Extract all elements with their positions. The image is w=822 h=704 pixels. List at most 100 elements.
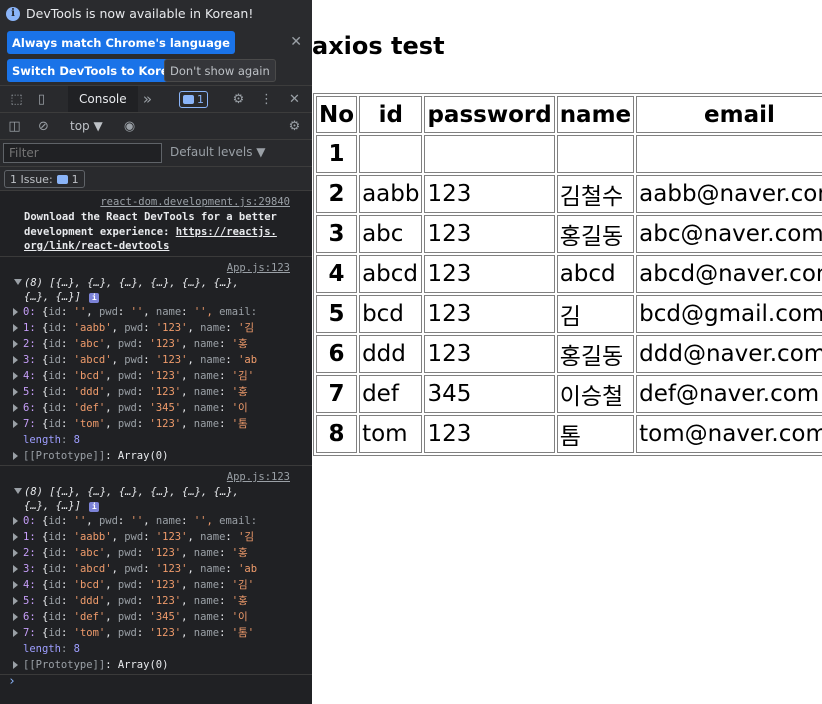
array-item-row[interactable]: 4: {id: 'bcd', pwd: '123', name: '김' (0, 577, 312, 593)
filter-input[interactable] (3, 143, 162, 163)
users-table: No id password name email 1 2 aabb 123 김철수 aa… (313, 93, 822, 456)
expand-triangle-icon[interactable] (13, 549, 18, 557)
item-name: '이 (231, 402, 248, 414)
context-selector[interactable]: top ▼ (70, 119, 103, 133)
table-row: 4 abcd 123 abcd abcd@naver.com (316, 255, 822, 293)
array-index: 7: (23, 627, 36, 639)
console-prompt[interactable]: › (8, 674, 16, 690)
source-link[interactable]: react-dom.development.js:29840 (24, 194, 290, 210)
item-pwd: '123' (155, 354, 188, 366)
array-index: 6: (23, 402, 36, 414)
array-item-row[interactable]: 4: {id: 'bcd', pwd: '123', name: '김' (0, 368, 312, 384)
item-name: '홍 (231, 386, 248, 398)
filter-toolbar: Default levels ▼ (0, 140, 312, 167)
expand-triangle-icon[interactable] (13, 565, 18, 573)
array-summary[interactable]: (8) [{…}, {…}, {…}, {…}, {…}, {…}, {…}, … (14, 485, 288, 513)
device-toolbar-icon[interactable]: ▯ (34, 92, 49, 107)
expand-triangle-icon[interactable] (13, 420, 18, 428)
expand-triangle-icon[interactable] (13, 404, 18, 412)
expand-triangle-icon[interactable] (13, 581, 18, 589)
dont-show-again-button[interactable]: Don't show again (164, 59, 276, 82)
item-id: 'ddd' (73, 595, 106, 607)
more-tabs-icon[interactable]: » (140, 92, 155, 107)
sidebar-toggle-icon[interactable]: ◫ (7, 119, 22, 134)
prototype-key: [[Prototype]] (23, 659, 106, 671)
expand-triangle-icon[interactable] (14, 279, 22, 285)
array-item-row[interactable]: 7: {id: 'tom', pwd: '123', name: '톰' (0, 625, 312, 641)
header-email: email (636, 96, 822, 133)
array-item-row[interactable]: 7: {id: 'tom', pwd: '123', name: '톰 (0, 416, 312, 432)
devtools-panel: i DevTools is now available in Korean! ✕… (0, 0, 312, 704)
item-pwd: '123' (155, 322, 188, 334)
console-toolbar: ◫ ⊘ top ▼ ◉ ⚙ (0, 113, 312, 140)
cell-password: 123 (424, 295, 555, 333)
live-expression-eye-icon[interactable]: ◉ (122, 119, 137, 134)
source-link[interactable]: App.js:123 (24, 469, 290, 485)
expand-triangle-icon[interactable] (13, 388, 18, 396)
console-output[interactable]: react-dom.development.js:29840 Download … (0, 191, 312, 704)
cell-id: abcd (359, 255, 423, 293)
array-item-row[interactable]: 5: {id: 'ddd', pwd: '123', name: '홍 (0, 384, 312, 400)
expand-triangle-icon[interactable] (13, 613, 18, 621)
array-summary[interactable]: (8) [{…}, {…}, {…}, {…}, {…}, {…}, {…}, … (14, 276, 288, 304)
array-index: 6: (23, 611, 36, 623)
array-item-row[interactable]: 6: {id: 'def', pwd: '345', name: '이 (0, 400, 312, 416)
tab-console[interactable]: Console (68, 86, 138, 112)
expand-triangle-icon[interactable] (13, 661, 18, 669)
expand-triangle-icon[interactable] (13, 597, 18, 605)
inspect-element-icon[interactable]: ⬚ (9, 92, 24, 107)
react-devtools-link-cont[interactable]: org/link/react-devtools (24, 240, 169, 252)
expand-triangle-icon[interactable] (13, 308, 18, 316)
always-match-language-button[interactable]: Always match Chrome's language (7, 31, 235, 54)
prototype-row[interactable]: [[Prototype]]: Array(0) (0, 657, 288, 673)
item-name: '홍 (231, 595, 248, 607)
cell-id: bcd (359, 295, 423, 333)
expand-triangle-icon[interactable] (13, 452, 18, 460)
expand-triangle-icon[interactable] (13, 372, 18, 380)
expand-triangle-icon[interactable] (13, 629, 18, 637)
issues-chip[interactable]: 1 Issue: 1 (4, 170, 85, 188)
cell-password: 123 (424, 255, 555, 293)
switch-devtools-korean-button[interactable]: Switch DevTools to Korean (7, 59, 190, 82)
table-header-row: No id password name email (316, 96, 822, 133)
cell-password: 123 (424, 175, 555, 213)
array-item-row[interactable]: 0: {id: '', pwd: '', name: '', email: (0, 513, 312, 529)
settings-gear-icon[interactable]: ⚙ (231, 92, 246, 107)
array-item-row[interactable]: 2: {id: 'abc', pwd: '123', name: '홍 (0, 545, 312, 561)
expand-triangle-icon[interactable] (13, 324, 18, 332)
array-item-row[interactable]: 0: {id: '', pwd: '', name: '', email: (0, 304, 312, 320)
source-link[interactable]: App.js:123 (24, 260, 290, 276)
array-item-row[interactable]: 1: {id: 'aabb', pwd: '123', name: '김 (0, 320, 312, 336)
console-array-log: App.js:123 (8) [{…}, {…}, {…}, {…}, {…},… (0, 257, 312, 466)
array-item-row[interactable]: 3: {id: 'abcd', pwd: '123', name: 'ab (0, 561, 312, 577)
react-devtools-link[interactable]: https://reactjs. (176, 226, 277, 238)
prototype-row[interactable]: [[Prototype]]: Array(0) (0, 448, 288, 464)
item-id: 'aabb' (73, 322, 112, 334)
item-name: '홍 (231, 338, 248, 350)
close-devtools-icon[interactable]: ✕ (287, 92, 302, 107)
clear-console-icon[interactable]: ⊘ (36, 119, 51, 134)
item-id: 'abcd' (73, 354, 112, 366)
expand-triangle-icon[interactable] (13, 356, 18, 364)
array-index: 4: (23, 579, 36, 591)
close-infobar-icon[interactable]: ✕ (290, 34, 302, 50)
expand-triangle-icon[interactable] (13, 340, 18, 348)
cell-name: 김철수 (556, 175, 635, 213)
table-row: 2 aabb 123 김철수 aabb@naver.com (316, 175, 822, 213)
array-item-row[interactable]: 6: {id: 'def', pwd: '345', name: '이 (0, 609, 312, 625)
expand-triangle-icon[interactable] (13, 533, 18, 541)
array-item-row[interactable]: 3: {id: 'abcd', pwd: '123', name: 'ab (0, 352, 312, 368)
expand-triangle-icon[interactable] (14, 488, 22, 494)
prototype-value: Array(0) (117, 659, 169, 671)
expand-triangle-icon[interactable] (13, 517, 18, 525)
array-item-row[interactable]: 2: {id: 'abc', pwd: '123', name: '홍 (0, 336, 312, 352)
array-item-row[interactable]: 5: {id: 'ddd', pwd: '123', name: '홍 (0, 593, 312, 609)
item-id: 'ddd' (73, 386, 106, 398)
log-levels-dropdown[interactable]: Default levels ▼ (170, 145, 266, 159)
cell-email: bcd@gmail.com (636, 295, 822, 333)
issues-badge[interactable]: 1 (179, 91, 208, 108)
issues-badge-count: 1 (197, 93, 204, 106)
kebab-menu-icon[interactable]: ⋮ (259, 92, 274, 107)
array-item-row[interactable]: 1: {id: 'aabb', pwd: '123', name: '김 (0, 529, 312, 545)
console-settings-gear-icon[interactable]: ⚙ (287, 119, 302, 134)
